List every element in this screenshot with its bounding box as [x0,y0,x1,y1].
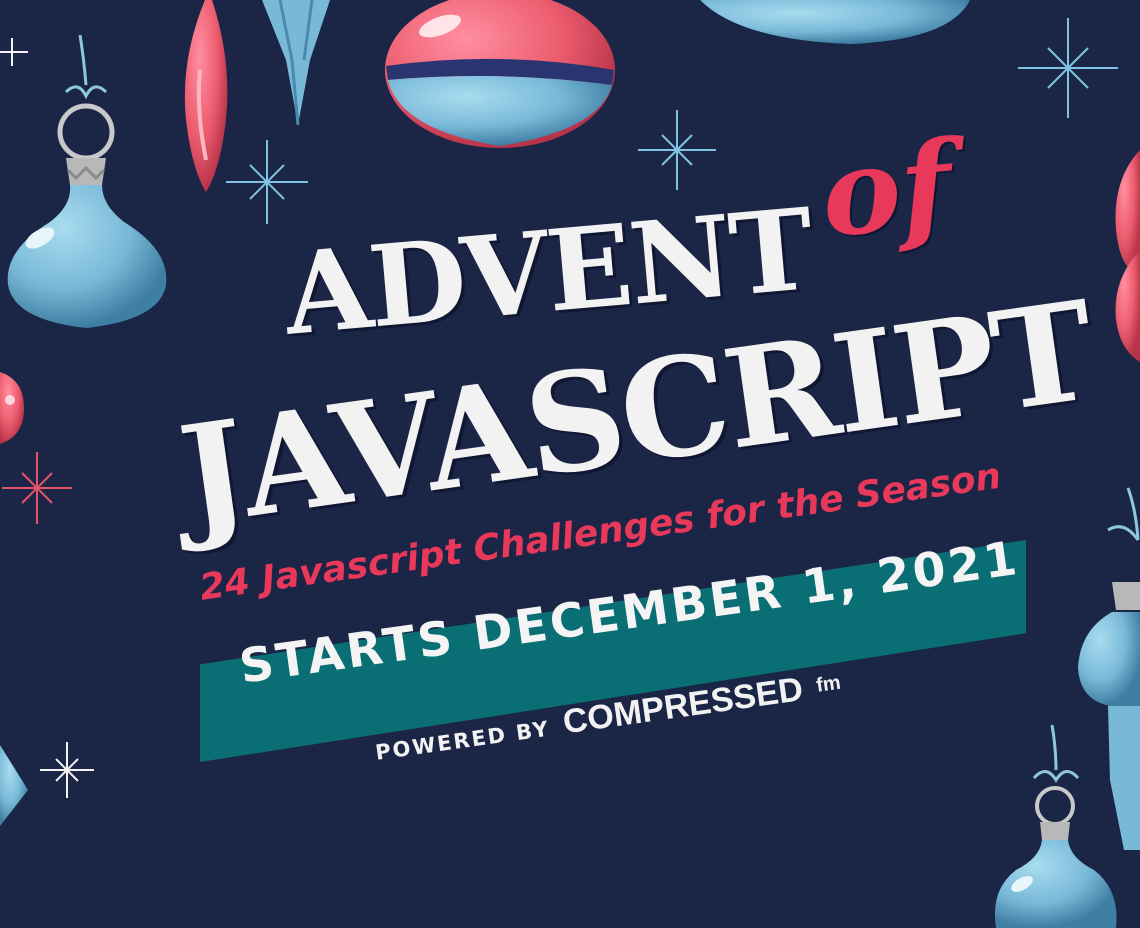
icicle-ornament-icon [184,0,228,192]
ornament-icon [0,372,24,444]
sparkle-star-icon [40,742,94,798]
ornament-icon [1078,487,1140,850]
sparkle-star-icon [226,140,308,224]
sparkle-star-icon [2,452,72,524]
title-of: of [815,113,958,264]
ornament-icon [1115,150,1140,362]
ornament-icon [994,724,1117,928]
ornament-icon [0,745,28,826]
ornament-icon [385,0,615,148]
ornament-icon [700,0,970,44]
sparkle-star-icon [0,38,28,66]
sparkle-star-icon [638,110,716,190]
sparkle-star-icon [1018,18,1118,118]
brand-suffix: fm [814,671,843,697]
poster: ADVENT of JAVASCRIPT 24 Javascript Chall… [0,0,1140,928]
icicle-ornament-icon [262,0,330,126]
ornament-icon [7,34,167,328]
